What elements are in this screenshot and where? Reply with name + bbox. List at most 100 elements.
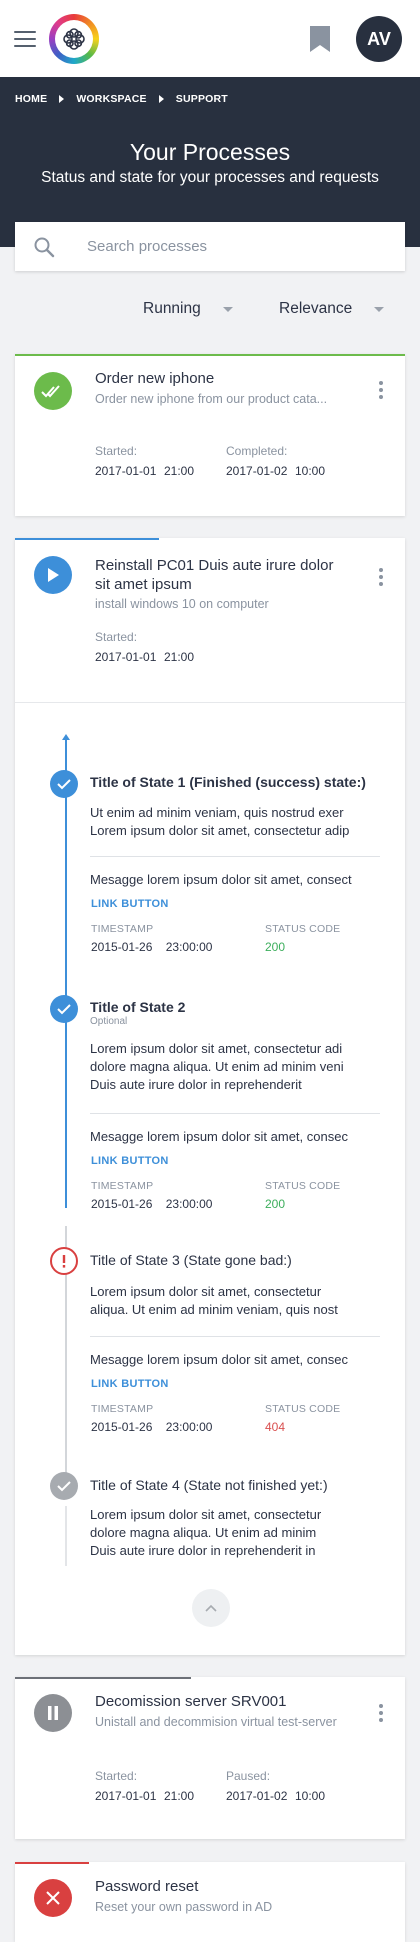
state-text-line: Lorem ipsum dolor sit amet, consectetur …: [90, 1041, 343, 1056]
state-error-badge: [50, 1247, 78, 1275]
state-text-line: dolore magna aliqua. Ut enim ad minim ve…: [90, 1059, 344, 1074]
started-time: 21:00: [164, 1789, 195, 1803]
state-message: Mesagge lorem ipsum dolor sit amet, cons…: [90, 1352, 348, 1367]
started-time: 21:00: [164, 650, 195, 664]
state-title: Title of State 3 (State gone bad:): [90, 1252, 292, 1268]
more-options-icon[interactable]: [379, 568, 383, 586]
state-text-line: Lorem ipsum dolor sit amet, consectetur: [90, 1507, 322, 1522]
started-label: Started:: [95, 1769, 138, 1783]
double-check-icon: [41, 385, 60, 398]
check-icon: [57, 1003, 71, 1014]
process-description: Order new iphone from our product cata..…: [95, 392, 328, 406]
process-card[interactable]: Order new iphone Order new iphone from o…: [15, 354, 405, 516]
completed-status-badge: [34, 372, 72, 410]
sort-dropdown[interactable]: Relevance: [279, 300, 385, 318]
message-divider: [90, 1113, 380, 1114]
card-divider: [15, 702, 405, 703]
status-filter-dropdown[interactable]: Running: [143, 300, 233, 318]
status-code-label: STATUS CODE: [265, 1403, 341, 1415]
more-options-icon[interactable]: [379, 381, 383, 399]
timestamp-label: TIMESTAMP: [91, 1180, 154, 1192]
state-link-button[interactable]: LINK BUTTON: [91, 898, 169, 910]
bookmark-icon[interactable]: [310, 26, 330, 52]
search-input[interactable]: [87, 238, 377, 255]
more-options-icon[interactable]: [379, 1704, 383, 1722]
state-text-line: aliqua. Ut enim ad minim veniam, quis no…: [90, 1302, 338, 1317]
started-date: 2017-01-01: [95, 464, 157, 478]
chevron-up-icon: [205, 1604, 217, 1612]
timestamp-value: 2015-01-26 23:00:00: [91, 1420, 213, 1434]
close-icon: [46, 1891, 60, 1905]
flower-logo-icon: [63, 27, 85, 50]
state-text-line: Duis aute irure dolor in reprehenderit i…: [90, 1543, 316, 1558]
breadcrumb-support[interactable]: SUPPORT: [176, 93, 228, 105]
state-title: Title of State 2: [90, 999, 186, 1015]
state-message: Mesagge lorem ipsum dolor sit amet, cons…: [90, 872, 352, 887]
page-subtitle: Status and state for your processes and …: [41, 169, 379, 186]
paused-time: 10:00: [295, 1789, 326, 1803]
state-text-line: Duis aute irure dolor in reprehenderit: [90, 1077, 302, 1092]
state-text-line: Lorem ipsum dolor sit amet, consectetur: [90, 1284, 322, 1299]
timeline-line: [65, 738, 67, 1208]
exclamation-icon: [62, 1254, 66, 1268]
status-bar: [15, 354, 405, 356]
failed-status-badge: [34, 1879, 72, 1917]
state-success-badge: [50, 995, 78, 1023]
started-label: Started:: [95, 630, 138, 644]
process-card[interactable]: Password reset Reset your own password i…: [15, 1862, 405, 1942]
process-title[interactable]: Reinstall PC01 Duis aute irure dolor sit…: [95, 556, 333, 594]
breadcrumb: HOME WORKSPACE SUPPORT: [15, 93, 228, 105]
process-card[interactable]: Decomission server SRV001 Unistall and d…: [15, 1677, 405, 1839]
process-card-expanded: Reinstall PC01 Duis aute irure dolor sit…: [15, 538, 405, 1655]
completed-date: 2017-01-02: [226, 464, 288, 478]
paused-date: 2017-01-02: [226, 1789, 288, 1803]
breadcrumb-chevron-icon: [59, 95, 65, 103]
message-divider: [90, 1336, 380, 1337]
completed-label: Completed:: [226, 444, 288, 458]
state-text-line: Ut enim ad minim veniam, quis nostrud ex…: [90, 805, 344, 820]
check-icon: [57, 1480, 71, 1491]
timeline-line-pending: [65, 1506, 67, 1566]
sort-value: Relevance: [279, 300, 353, 317]
timestamp-label: TIMESTAMP: [91, 923, 154, 935]
started-date: 2017-01-01: [95, 650, 157, 664]
user-avatar[interactable]: AV: [356, 16, 402, 62]
breadcrumb-workspace[interactable]: WORKSPACE: [76, 93, 146, 105]
state-text: Lorem ipsum dolor sit amet, consectetur …: [90, 1040, 380, 1094]
breadcrumb-chevron-icon: [158, 95, 164, 103]
state-title: Title of State 4 (State not finished yet…: [90, 1477, 328, 1493]
started-label: Started:: [95, 444, 138, 458]
state-pending-badge: [50, 1472, 78, 1500]
pause-icon: [48, 1706, 58, 1720]
process-title[interactable]: Decomission server SRV001: [95, 1692, 286, 1711]
state-text: Ut enim ad minim veniam, quis nostrud ex…: [90, 804, 380, 840]
page-title: Your Processes: [129, 139, 291, 165]
process-title[interactable]: Order new iphone: [95, 369, 214, 388]
started-time: 21:00: [164, 464, 195, 478]
process-title[interactable]: Password reset: [95, 1877, 198, 1896]
progress-bar: [15, 538, 160, 540]
state-message: Mesagge lorem ipsum dolor sit amet, cons…: [90, 1129, 348, 1144]
hamburger-menu-icon[interactable]: [14, 30, 36, 47]
dropdown-caret-icon: [222, 306, 233, 312]
progress-bar: [15, 1862, 90, 1864]
breadcrumb-home[interactable]: HOME: [15, 93, 47, 105]
process-title-line: Reinstall PC01 Duis aute irure dolor: [95, 557, 334, 574]
state-link-button[interactable]: LINK BUTTON: [91, 1155, 169, 1167]
status-filter-value: Running: [143, 300, 201, 317]
app-bar: AV: [0, 0, 420, 77]
state-title: Title of State 1 (Finished (success) sta…: [90, 774, 366, 790]
status-code-label: STATUS CODE: [265, 1180, 341, 1192]
collapse-button[interactable]: [192, 1589, 230, 1627]
status-code-value: 404: [265, 1420, 286, 1434]
state-link-button[interactable]: LINK BUTTON: [91, 1378, 169, 1390]
state-text-line: dolore magna aliqua. Ut enim ad minim: [90, 1525, 317, 1540]
dropdown-caret-icon: [374, 306, 385, 312]
timestamp-label: TIMESTAMP: [91, 1403, 154, 1415]
paused-status-badge: [34, 1694, 72, 1732]
search-bar: [15, 222, 405, 271]
app-logo[interactable]: [49, 13, 99, 64]
search-icon: [34, 237, 55, 257]
timestamp-value: 2015-01-26 23:00:00: [91, 940, 213, 954]
started-date: 2017-01-01: [95, 1789, 157, 1803]
